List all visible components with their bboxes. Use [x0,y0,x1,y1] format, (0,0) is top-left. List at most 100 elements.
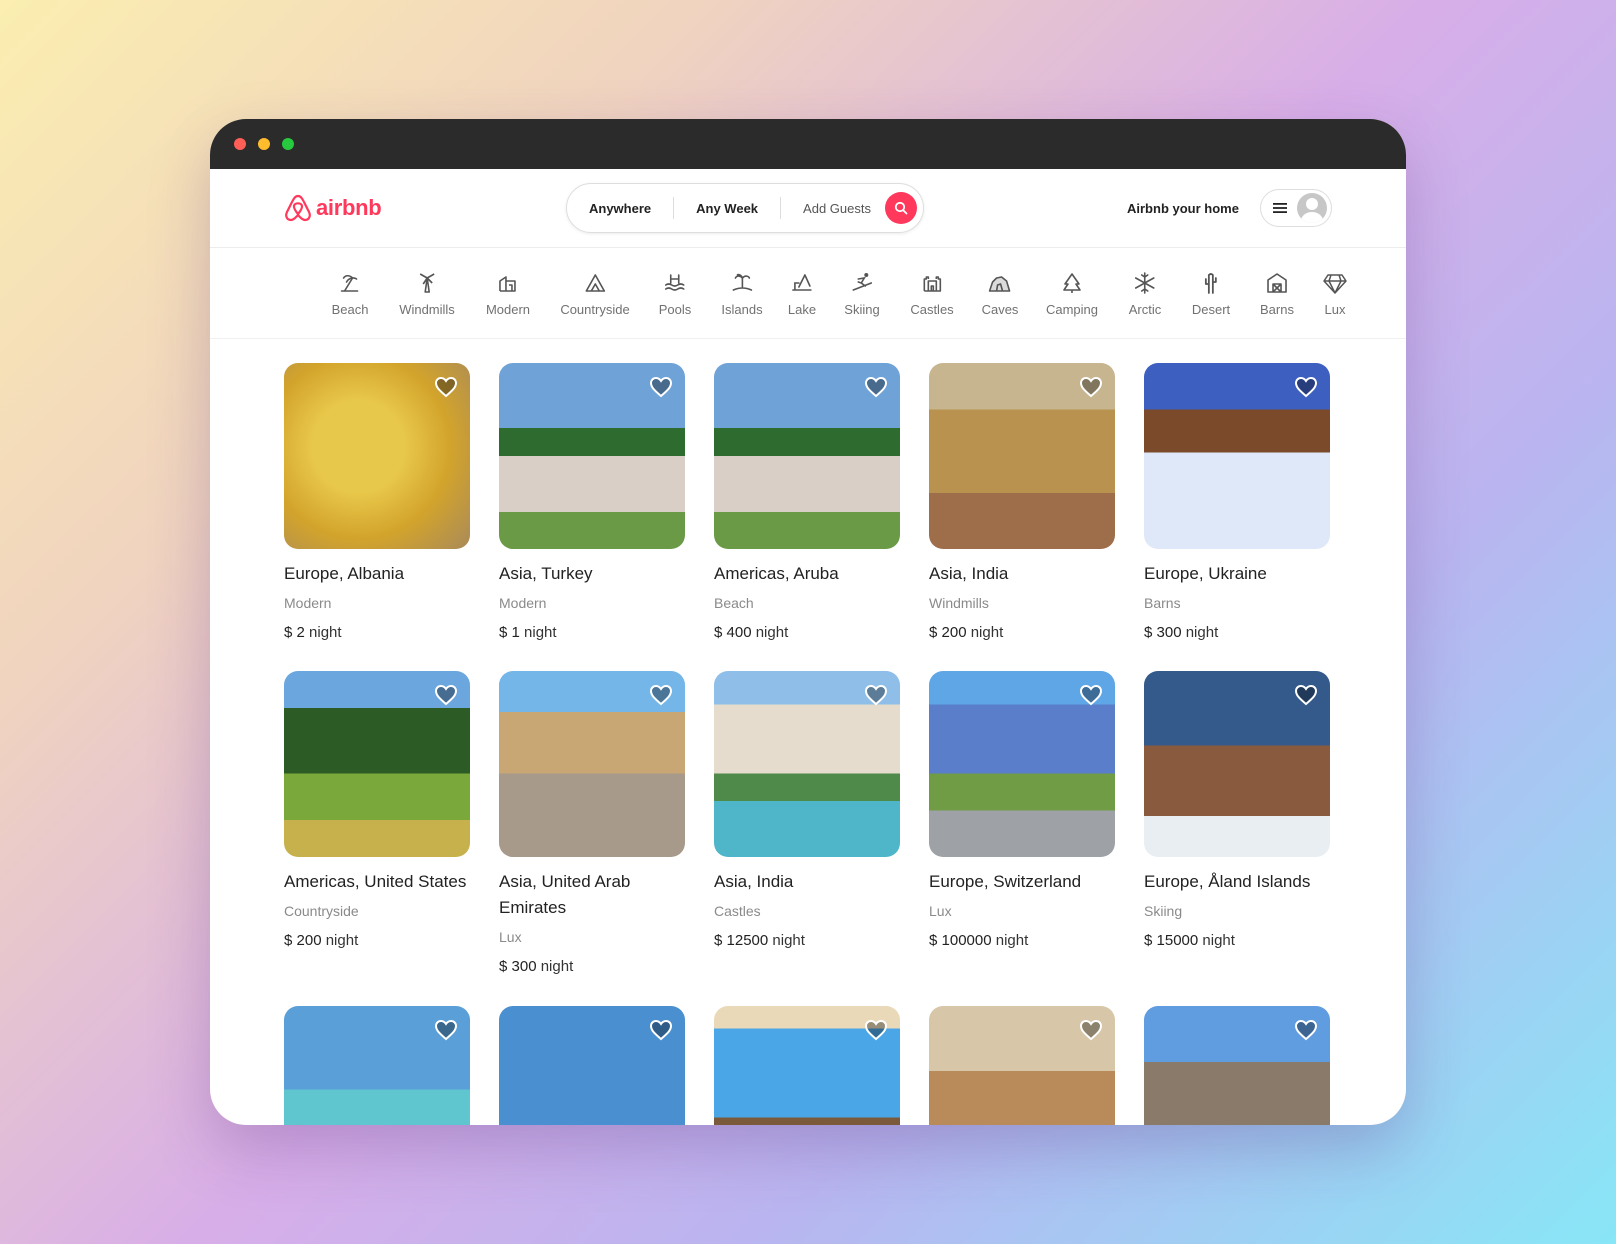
listing-card[interactable] [284,1006,470,1125]
search-week[interactable]: Any Week [674,201,780,216]
listing-card[interactable]: Europe, Albania Modern $ 2 night [284,363,470,643]
listing-card[interactable] [929,1006,1115,1125]
category-lux[interactable]: Lux [1322,270,1348,317]
listing-photo[interactable] [929,671,1115,857]
listing-card[interactable]: Asia, Turkey Modern $ 1 night [499,363,685,643]
listing-card[interactable]: Europe, Ukraine Barns $ 300 night [1144,363,1330,643]
search-bar[interactable]: Anywhere Any Week Add Guests [566,183,924,233]
listing-card[interactable]: Asia, United Arab Emirates Lux $ 300 night [499,671,685,977]
heart-icon[interactable] [1079,1018,1103,1042]
listing-card[interactable]: Europe, Åland Islands Skiing $ 15000 night [1144,671,1330,951]
category-label: Pools [658,302,692,317]
listing-photo[interactable] [499,1006,685,1125]
listing-card[interactable]: Asia, India Windmills $ 200 night [929,363,1115,643]
listing-card[interactable] [499,1006,685,1125]
listing-card[interactable] [1144,1006,1330,1125]
category-islands[interactable]: Islands [721,270,763,317]
listing-photo[interactable] [284,1006,470,1125]
listing-photo[interactable] [1144,1006,1330,1125]
listing-price-unit: night [970,624,1004,641]
listing-photo[interactable] [1144,671,1330,857]
listing-price-unit: night [772,932,805,949]
category-label: Modern [485,302,531,317]
listing-photo[interactable] [1144,363,1330,549]
listing-photo[interactable] [714,363,900,549]
listing-price-unit: night [325,932,359,949]
listing-price-line: $ 200 night [929,623,1115,643]
category-skiing[interactable]: Skiing [844,270,880,317]
listing-price-unit: night [995,932,1029,949]
listing-category: Modern [284,595,332,611]
listing-location: Americas, United States [284,872,467,891]
category-label: Barns [1260,302,1294,317]
browser-window: airbnb Anywhere Any Week Add Guests Airb… [210,119,1406,1125]
category-castles[interactable]: Castles [910,270,954,317]
listing-card[interactable]: Americas, United States Countryside $ 200 … [284,671,470,951]
brand-name: airbnb [316,195,382,220]
category-camping[interactable]: Camping [1046,270,1098,317]
listing-photo[interactable] [284,671,470,857]
listing-card[interactable] [714,1006,900,1125]
category-label: Camping [1045,302,1099,317]
listing-photo[interactable] [714,671,900,857]
maximize-window-button[interactable] [282,138,294,150]
listing-location: Asia, India [714,872,794,891]
listing-photo[interactable] [284,363,470,549]
modern-house-icon [499,276,516,292]
listing-price: $ 15000 [1144,932,1199,949]
search-location[interactable]: Anywhere [567,201,673,216]
castle-icon [923,276,941,292]
category-lake[interactable]: Lake [788,270,816,317]
heart-icon[interactable] [1079,375,1103,399]
listing-photo[interactable] [499,363,685,549]
listing-price-unit: night [1202,932,1235,949]
heart-icon[interactable] [434,1018,458,1042]
category-label: Windmills [399,302,455,317]
category-windmills[interactable]: Windmills [399,270,455,317]
heart-icon[interactable] [864,1018,888,1042]
heart-icon[interactable] [1079,683,1103,707]
listing-price-line: $ 100000 night [929,931,1115,951]
heart-icon[interactable] [649,1018,673,1042]
category-barns[interactable]: Barns [1260,270,1294,317]
listing-photo[interactable] [714,1006,900,1125]
listing-photo[interactable] [499,671,685,857]
listing-card[interactable]: Americas, Aruba Beach $ 400 night [714,363,900,643]
listing-price-unit: night [1185,624,1219,641]
heart-icon[interactable] [864,683,888,707]
user-avatar-icon [1297,193,1327,223]
category-caves[interactable]: Caves [982,270,1018,317]
category-arctic[interactable]: Arctic [1129,270,1161,317]
search-button[interactable] [884,192,917,224]
heart-icon[interactable] [649,375,673,399]
host-link[interactable]: Airbnb your home [1127,201,1239,216]
category-beach[interactable]: Beach [331,270,369,317]
listing-photo[interactable] [929,1006,1115,1125]
close-window-button[interactable] [234,138,246,150]
listing-price: $ 2 [284,624,305,641]
category-countryside[interactable]: Countryside [560,270,630,317]
heart-icon[interactable] [1294,375,1318,399]
category-pools[interactable]: Pools [658,270,692,317]
listing-card[interactable]: Asia, India Castles $ 12500 night [714,671,900,951]
heart-icon[interactable] [434,683,458,707]
snowflake-icon [1135,272,1155,294]
heart-icon[interactable] [864,375,888,399]
category-label: Beach [331,302,369,317]
listing-card[interactable]: Europe, Switzerland Lux $ 100000 night [929,671,1115,951]
listing-category: Modern [499,595,547,611]
beach-icon [341,274,359,292]
user-menu-button[interactable] [1260,189,1332,227]
heart-icon[interactable] [1294,1018,1318,1042]
listing-category: Countryside [284,903,359,919]
category-desert[interactable]: Desert [1192,270,1230,317]
listing-price-line: $ 1 night [499,623,685,643]
category-modern[interactable]: Modern [486,270,530,317]
heart-icon[interactable] [434,375,458,399]
heart-icon[interactable] [1294,683,1318,707]
minimize-window-button[interactable] [258,138,270,150]
heart-icon[interactable] [649,683,673,707]
airbnb-logo[interactable]: airbnb [284,193,382,223]
listing-photo[interactable] [929,363,1115,549]
search-guests[interactable]: Add Guests [781,201,883,216]
